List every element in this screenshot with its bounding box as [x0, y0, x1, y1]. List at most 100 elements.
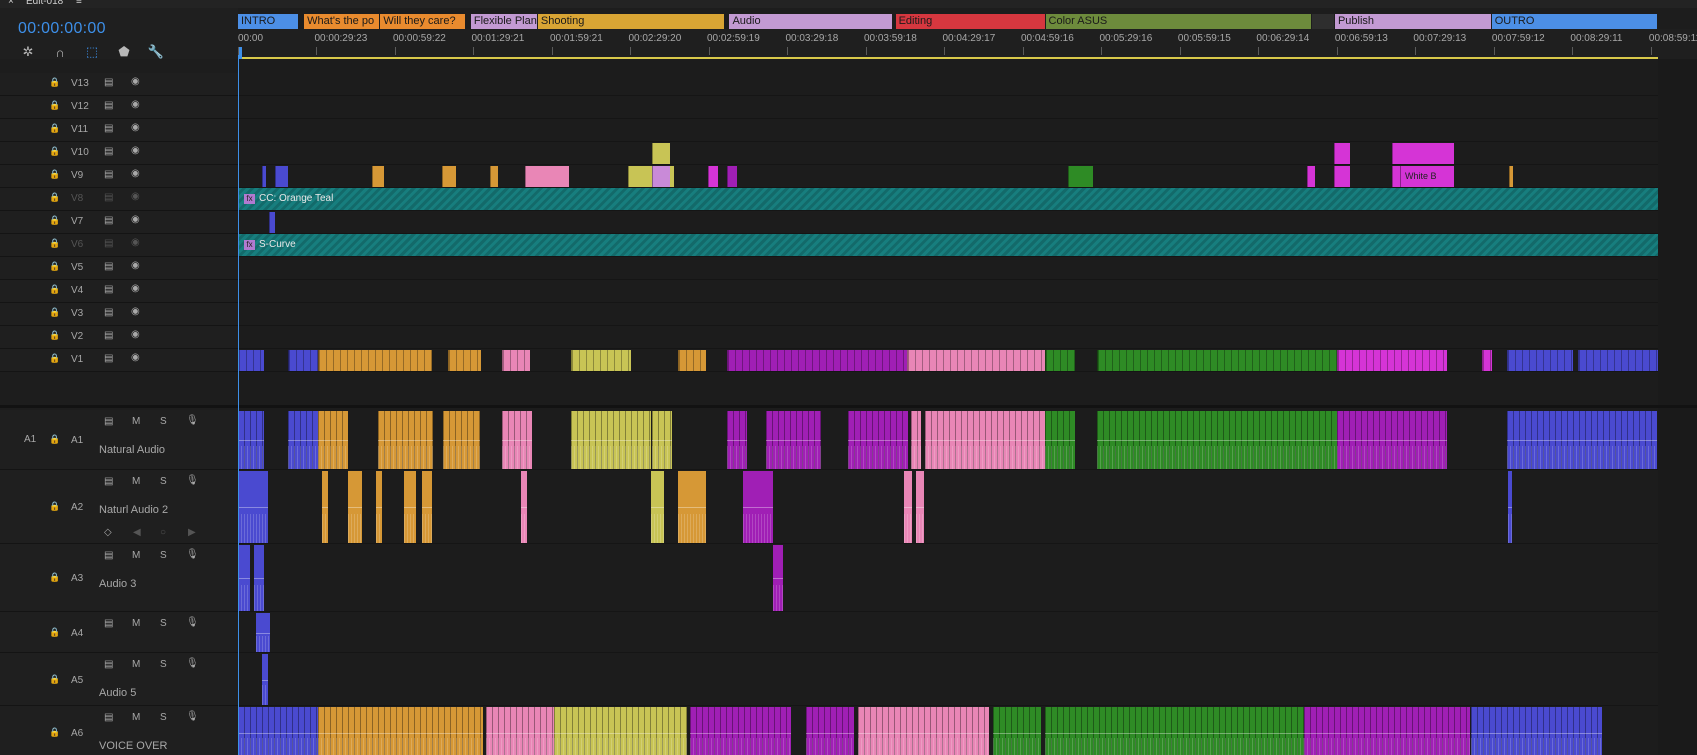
audio-clip[interactable] [348, 471, 362, 543]
audio-clip[interactable] [993, 707, 1041, 755]
adjustment-layer-cc-orange-teal[interactable]: fx CC: Orange Teal [238, 188, 1697, 210]
audio-clip[interactable] [256, 613, 270, 652]
track-a5[interactable] [238, 653, 1697, 706]
track-v4[interactable] [238, 280, 1697, 303]
solo-button[interactable]: S [160, 550, 167, 561]
sync-lock-icon[interactable]: ▤ [104, 261, 113, 272]
sync-lock-icon[interactable]: ▤ [104, 618, 113, 629]
solo-button[interactable]: S [160, 659, 167, 670]
audio-clip[interactable] [288, 411, 318, 469]
lock-icon[interactable]: 🔒 [49, 674, 60, 685]
audio-clip[interactable] [238, 545, 250, 611]
video-clip[interactable] [1578, 350, 1658, 371]
marker-shooting[interactable]: Shooting [537, 14, 725, 29]
video-clip[interactable] [1045, 350, 1075, 371]
video-clip[interactable] [1068, 166, 1093, 187]
sync-lock-icon[interactable]: ▤ [104, 169, 113, 180]
mute-button[interactable]: M [132, 416, 140, 427]
adjustment-layer-s-curve[interactable]: fx S-Curve [238, 234, 1697, 256]
video-clip[interactable] [1334, 166, 1350, 187]
audio-clip[interactable] [1304, 707, 1470, 755]
panel-tab[interactable]: × Edit-018 ≡ [0, 0, 1697, 8]
video-clip[interactable] [269, 212, 275, 233]
video-clip[interactable] [1507, 350, 1573, 371]
audio-clip[interactable] [254, 545, 264, 611]
mute-button[interactable]: M [132, 476, 140, 487]
lock-icon[interactable]: 🔒 [49, 192, 60, 203]
audio-clip[interactable] [773, 545, 783, 611]
eye-icon[interactable]: ◉ [131, 191, 140, 202]
audio-clip[interactable] [916, 471, 924, 543]
audio-clip[interactable] [238, 471, 268, 543]
audio-clip[interactable] [1337, 411, 1447, 469]
marker-intro[interactable]: INTRO [238, 14, 299, 29]
mute-button[interactable]: M [132, 550, 140, 561]
add-keyframe-icon[interactable]: ○ [160, 527, 166, 538]
mic-icon[interactable]: 🎙 [186, 711, 199, 722]
audio-clip[interactable] [521, 471, 527, 543]
marker-audio[interactable]: Audio [729, 14, 893, 29]
eye-icon[interactable]: ◉ [131, 283, 140, 294]
video-clip[interactable] [907, 350, 1045, 371]
audio-clip[interactable] [727, 411, 747, 469]
mic-icon[interactable]: 🎙 [186, 415, 199, 426]
audio-clip[interactable] [571, 411, 651, 469]
video-clip[interactable] [288, 350, 318, 371]
video-clip[interactable] [1482, 350, 1492, 371]
lock-icon[interactable]: 🔒 [49, 353, 60, 364]
marker-flexible-plan[interactable]: Flexible Plan [470, 14, 537, 29]
sync-lock-icon[interactable]: ▤ [104, 550, 113, 561]
sync-lock-icon[interactable]: ▤ [104, 192, 113, 203]
audio-clip[interactable] [1507, 411, 1657, 469]
track-v7[interactable] [238, 211, 1697, 234]
video-clip[interactable] [571, 350, 631, 371]
solo-button[interactable]: S [160, 618, 167, 629]
solo-button[interactable]: S [160, 712, 167, 723]
video-clip[interactable] [1509, 166, 1513, 187]
source-patch[interactable]: A1 [24, 434, 36, 445]
lock-icon[interactable]: 🔒 [49, 284, 60, 295]
mic-icon[interactable]: 🎙 [186, 549, 199, 560]
video-clip[interactable] [1392, 143, 1454, 164]
audio-clip[interactable] [322, 471, 328, 543]
mute-button[interactable]: M [132, 659, 140, 670]
video-clip[interactable] [1334, 143, 1350, 164]
lock-icon[interactable]: 🔒 [49, 123, 60, 134]
video-audio-divider[interactable] [0, 405, 1697, 408]
video-clip[interactable] [490, 166, 498, 187]
video-clip[interactable] [318, 350, 432, 371]
track-v12[interactable] [238, 96, 1697, 119]
video-clip[interactable] [727, 166, 737, 187]
sequence-tab-title[interactable]: Edit-018 [26, 0, 63, 8]
audio-clip[interactable] [651, 471, 664, 543]
sync-lock-icon[interactable]: ▤ [104, 146, 113, 157]
lock-icon[interactable]: 🔒 [49, 100, 60, 111]
eye-icon[interactable]: ◉ [131, 168, 140, 179]
sync-lock-icon[interactable]: ▤ [104, 476, 113, 487]
lock-icon[interactable]: 🔒 [49, 572, 60, 583]
video-clip[interactable] [448, 350, 481, 371]
keyframe-icon[interactable]: ◇ [104, 527, 112, 538]
track-v13[interactable] [238, 73, 1697, 96]
close-icon[interactable]: × [8, 0, 14, 8]
lock-icon[interactable]: 🔒 [49, 238, 60, 249]
marker-color-asus[interactable]: Color ASUS [1045, 14, 1311, 29]
eye-icon[interactable]: ◉ [131, 306, 140, 317]
solo-button[interactable]: S [160, 476, 167, 487]
audio-clip[interactable] [318, 411, 348, 469]
track-v5[interactable] [238, 257, 1697, 280]
next-keyframe-icon[interactable]: ▶ [188, 527, 196, 538]
eye-icon[interactable]: ◉ [131, 260, 140, 271]
audio-clip[interactable] [1097, 411, 1337, 469]
sync-lock-icon[interactable]: ▤ [104, 330, 113, 341]
mute-button[interactable]: M [132, 712, 140, 723]
sync-lock-icon[interactable]: ▤ [104, 416, 113, 427]
mute-button[interactable]: M [132, 618, 140, 629]
sync-lock-icon[interactable]: ▤ [104, 353, 113, 364]
audio-clip[interactable] [502, 411, 532, 469]
eye-icon[interactable]: ◉ [131, 329, 140, 340]
sync-lock-icon[interactable]: ▤ [104, 215, 113, 226]
audio-clip[interactable] [766, 411, 821, 469]
lock-icon[interactable]: 🔒 [49, 146, 60, 157]
track-v1[interactable] [238, 349, 1697, 372]
